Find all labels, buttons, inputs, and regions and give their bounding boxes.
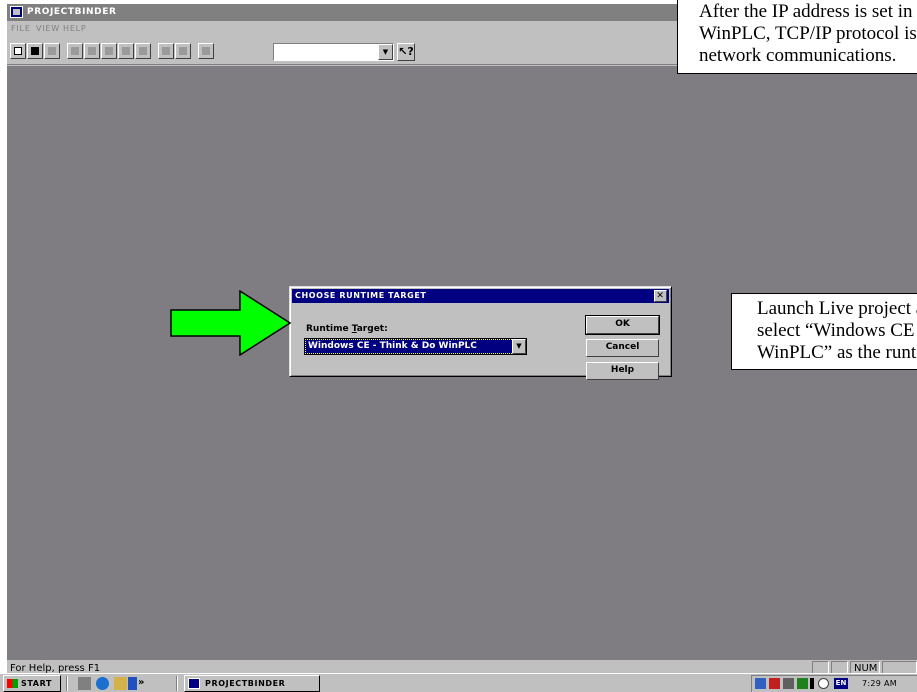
label-suffix: arget: [356,324,388,334]
open-button[interactable] [27,43,43,59]
run-icon [202,47,210,55]
callout-line: Launch Live project and [757,298,917,319]
chart-icon [179,47,187,55]
download-icon [105,47,113,55]
choose-runtime-target-dialog: Choose Runtime Target ✕ Runtime Target: … [289,286,672,380]
window-title: ProjectBinder [27,7,117,17]
menu-help[interactable]: Help [63,22,87,36]
new-file-icon [14,47,22,55]
taskbar-task-projectbinder[interactable]: ProjectBinder [184,675,320,692]
dialog-title: Choose Runtime Target [295,291,427,300]
quicklaunch-more-icon[interactable]: » [138,674,144,691]
run-button[interactable] [198,43,214,59]
cancel-button[interactable]: Cancel [586,339,659,357]
show-desktop-icon[interactable] [78,677,91,690]
taskbar-separator [176,676,178,691]
green-arrow-annotation [170,290,292,356]
ok-button[interactable]: OK [585,315,660,335]
volume-icon[interactable] [783,678,794,689]
build-button[interactable] [67,43,83,59]
start-button[interactable]: Start [3,675,61,692]
clock[interactable]: 7:29 AM [862,676,897,692]
help-pointer-icon[interactable]: ↖? [397,43,415,61]
find-icon [139,47,147,55]
build-icon [71,47,79,55]
print-button[interactable] [158,43,174,59]
runtime-target-select[interactable]: Windows CE - Think & Do WinPLC ▼ [304,338,527,355]
callout-tcpip: After the IP address is set in the WinPL… [677,0,917,74]
menu-view[interactable]: View [36,22,60,36]
open-folder-icon [31,47,39,55]
taskbar-separator [66,676,68,691]
new-file-button[interactable] [10,43,26,59]
chart-button[interactable] [175,43,191,59]
runtime-target-selected: Windows CE - Think & Do WinPLC [308,341,477,351]
outlook-icon[interactable] [114,677,127,690]
close-icon[interactable]: ✕ [654,290,667,302]
runtime-target-label: Runtime Target: [306,324,388,334]
help-button[interactable]: Help [586,362,659,380]
callout-line: WinPLC, TCP/IP protocol is used for [699,23,917,44]
chevron-down-icon[interactable]: ▼ [512,339,526,354]
print-icon [162,47,170,55]
green-arrow-shape [170,290,292,356]
download-button[interactable] [101,43,117,59]
taskbar: Start » ProjectBinder EN 7:29 AM [0,673,917,692]
callout-line: WinPLC” as the runtime target. [757,342,917,363]
internet-explorer-icon[interactable] [96,677,109,690]
chevron-down-icon[interactable]: ▼ [378,44,393,60]
tray-small-icon[interactable] [810,678,814,689]
label-prefix: Runtime [306,324,352,334]
compile-icon [88,47,96,55]
network-icon[interactable] [755,678,766,689]
compile-button[interactable] [84,43,100,59]
start-label: Start [21,679,53,688]
callout-line: select “Windows CE - Think & Do [757,320,917,341]
save-icon [48,47,56,55]
app-icon [188,678,200,689]
windows-logo-icon [7,679,18,688]
monitor-button[interactable] [118,43,134,59]
moon-icon[interactable] [818,678,829,689]
language-indicator[interactable]: EN [834,678,848,689]
app-icon[interactable] [10,6,23,18]
monitor-icon [122,47,130,55]
scheduler-icon[interactable] [797,678,808,689]
find-button[interactable] [135,43,151,59]
dialog-title-bar[interactable]: Choose Runtime Target ✕ [292,289,669,303]
toolbar-combo[interactable]: ▼ [273,43,394,61]
media-player-icon[interactable] [128,677,137,690]
save-button[interactable] [44,43,60,59]
antivirus-icon[interactable] [769,678,780,689]
callout-line: After the IP address is set in the [699,1,917,22]
system-tray: EN 7:29 AM [751,675,917,692]
callout-line: network communications. [699,45,897,66]
callout-runtime-target: Launch Live project and select “Windows … [731,293,917,370]
task-label: ProjectBinder [205,679,286,688]
menu-file[interactable]: File [11,22,31,36]
